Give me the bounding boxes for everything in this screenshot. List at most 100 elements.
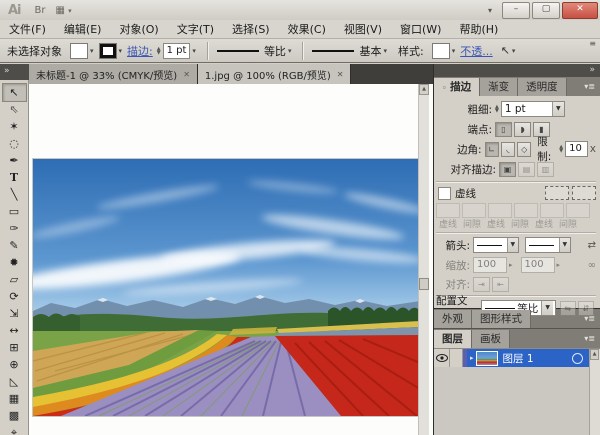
lock-toggle[interactable] <box>450 349 463 367</box>
opacity-link[interactable]: 不透... <box>460 43 493 59</box>
blob-brush-tool[interactable]: ✹ <box>3 255 26 272</box>
variable-width-dropdown-icon[interactable]: ▾ <box>288 47 292 55</box>
panel-menu-icon[interactable]: ▾≣ <box>579 330 600 348</box>
lasso-tool[interactable]: ◌ <box>3 136 26 153</box>
disclosure-triangle-icon[interactable]: ▸ <box>470 354 474 362</box>
limit-value[interactable]: 10 <box>565 141 588 157</box>
align-center-button[interactable]: ▣ <box>499 162 516 177</box>
arrow-align-tip-button[interactable]: ⇥ <box>473 277 490 292</box>
scale-tool[interactable]: ⇲ <box>3 306 26 323</box>
dock-collapse-icon[interactable]: » <box>434 64 600 77</box>
arrowhead-start-dropdown[interactable]: ▼ <box>473 237 519 253</box>
layer-target-icon[interactable] <box>572 353 583 364</box>
menu-window[interactable]: 窗口(W) <box>391 21 450 38</box>
join-miter-button[interactable]: ∟ <box>485 142 499 157</box>
close-button[interactable]: ✕ <box>562 2 598 19</box>
titlebar-caret-icon[interactable]: ▾ <box>488 6 492 15</box>
workspace-icon[interactable]: ▦ ▾ <box>56 5 72 16</box>
panel-menu-icon[interactable]: ▾≣ <box>579 78 600 96</box>
scroll-up-icon[interactable]: ▲ <box>590 349 599 360</box>
mesh-tool[interactable]: ▦ <box>3 391 26 408</box>
flip-across-icon[interactable]: ⇵ <box>578 301 594 316</box>
menu-select[interactable]: 选择(S) <box>223 21 279 38</box>
menu-view[interactable]: 视图(V) <box>335 21 391 38</box>
eyedropper-tool[interactable]: ⌖ <box>3 425 26 435</box>
selection-tool[interactable]: ↖ <box>2 83 27 102</box>
select-similar-dropdown-icon[interactable]: ▾ <box>512 47 516 55</box>
tab-transparency[interactable]: 透明度 <box>518 78 567 96</box>
rotate-tool[interactable]: ⟳ <box>3 289 26 306</box>
canvas-vertical-scrollbar[interactable]: ▲ <box>418 84 429 435</box>
minimize-button[interactable]: – <box>502 2 530 19</box>
type-tool[interactable]: T <box>3 170 26 187</box>
pencil-tool[interactable]: ✎ <box>3 238 26 255</box>
bridge-icon[interactable]: Br <box>35 5 46 16</box>
swap-arrowheads-icon[interactable]: ⇄ <box>588 240 596 251</box>
tab-graphic-styles[interactable]: 图形样式 <box>472 310 531 328</box>
tab-1jpg[interactable]: 1.jpg @ 100% (RGB/预览) ✕ <box>198 64 352 84</box>
style-swatch[interactable] <box>432 43 450 59</box>
line-segment-tool[interactable]: ╲ <box>3 187 26 204</box>
fill-dropdown-icon[interactable]: ▾ <box>90 47 94 55</box>
align-inside-button[interactable]: ▤ <box>518 162 535 177</box>
tab-stroke[interactable]: ◦ 描边 <box>434 78 480 96</box>
tab-gradient[interactable]: 渐变 <box>480 78 518 96</box>
maximize-button[interactable]: ▢ <box>532 2 560 19</box>
menu-file[interactable]: 文件(F) <box>0 21 55 38</box>
fill-swatch[interactable] <box>70 43 88 59</box>
menu-object[interactable]: 对象(O) <box>110 21 167 38</box>
layers-scrollbar[interactable]: ▲ <box>589 349 600 435</box>
join-bevel-button[interactable]: ◇ <box>517 142 531 157</box>
dash-preset-2-button[interactable] <box>572 186 596 200</box>
select-similar-icon[interactable]: ↖ <box>501 44 510 57</box>
style-dropdown-icon[interactable]: ▾ <box>452 47 456 55</box>
stroke-link[interactable]: 描边: <box>127 43 153 59</box>
join-round-button[interactable]: ◟ <box>501 142 515 157</box>
layer-thumbnail[interactable] <box>476 351 498 366</box>
tab-appearance[interactable]: 外观 <box>434 310 472 328</box>
menu-type[interactable]: 文字(T) <box>168 21 223 38</box>
paintbrush-tool[interactable]: ✑ <box>3 221 26 238</box>
scroll-up-icon[interactable]: ▲ <box>419 84 429 95</box>
layer-name[interactable]: 图层 1 <box>503 351 534 366</box>
tab-layers[interactable]: 图层 <box>434 330 472 348</box>
arrowhead-end-dropdown[interactable]: ▼ <box>525 237 571 253</box>
tab-artboards[interactable]: 画板 <box>472 330 510 348</box>
control-panel-menu-icon[interactable]: ≡ <box>589 39 596 48</box>
rectangle-tool[interactable]: ▭ <box>3 204 26 221</box>
scrollbar-thumb[interactable] <box>419 278 429 290</box>
arrow-scale-end[interactable]: 100 <box>521 257 555 273</box>
link-scale-icon[interactable]: ∞ <box>588 260 596 271</box>
canvas-area[interactable]: ▲ <box>29 84 433 435</box>
arrow-align-end-button[interactable]: ⇤ <box>492 277 509 292</box>
weight-stepper[interactable]: ▲▼ <box>495 105 499 113</box>
arrow-scale-start[interactable]: 100 <box>473 257 507 273</box>
stroke-weight-value[interactable]: 1 pt <box>163 43 191 59</box>
direct-selection-tool[interactable]: ⇖ <box>3 102 26 119</box>
brush-definition-value[interactable]: 基本 <box>359 43 381 59</box>
variable-width-value[interactable]: 等比 <box>264 43 286 59</box>
free-transform-tool[interactable]: ⊞ <box>3 340 26 357</box>
layer-row[interactable]: ▸ 图层 1 <box>434 349 589 367</box>
width-tool[interactable]: ↔ <box>3 323 26 340</box>
visibility-toggle[interactable] <box>434 349 450 367</box>
perspective-grid-tool[interactable]: ◺ <box>3 374 26 391</box>
stroke-weight-dropdown-icon[interactable]: ▾ <box>192 47 196 55</box>
dash-preset-1-button[interactable] <box>545 186 569 200</box>
flip-along-icon[interactable]: ⇋ <box>560 301 576 316</box>
stroke-dropdown-icon[interactable]: ▾ <box>119 47 123 55</box>
stroke-swatch[interactable] <box>99 43 117 59</box>
shape-builder-tool[interactable]: ⊕ <box>3 357 26 374</box>
weight-dropdown[interactable]: 1 pt ▼ <box>501 101 565 117</box>
menu-help[interactable]: 帮助(H) <box>450 21 507 38</box>
gradient-tool[interactable]: ▩ <box>3 408 26 425</box>
tooldock-collapse-icon[interactable]: » <box>0 64 29 80</box>
eraser-tool[interactable]: ▱ <box>3 272 26 289</box>
limit-stepper[interactable]: ▲▼ <box>559 145 563 153</box>
dashed-line-checkbox[interactable] <box>438 187 451 200</box>
align-outside-button[interactable]: ▥ <box>537 162 554 177</box>
stroke-weight-stepper[interactable]: ▲▼ <box>157 47 161 55</box>
cap-round-button[interactable]: ◗ <box>514 122 531 137</box>
magic-wand-tool[interactable]: ✶ <box>3 119 26 136</box>
close-icon[interactable]: ✕ <box>183 70 190 79</box>
